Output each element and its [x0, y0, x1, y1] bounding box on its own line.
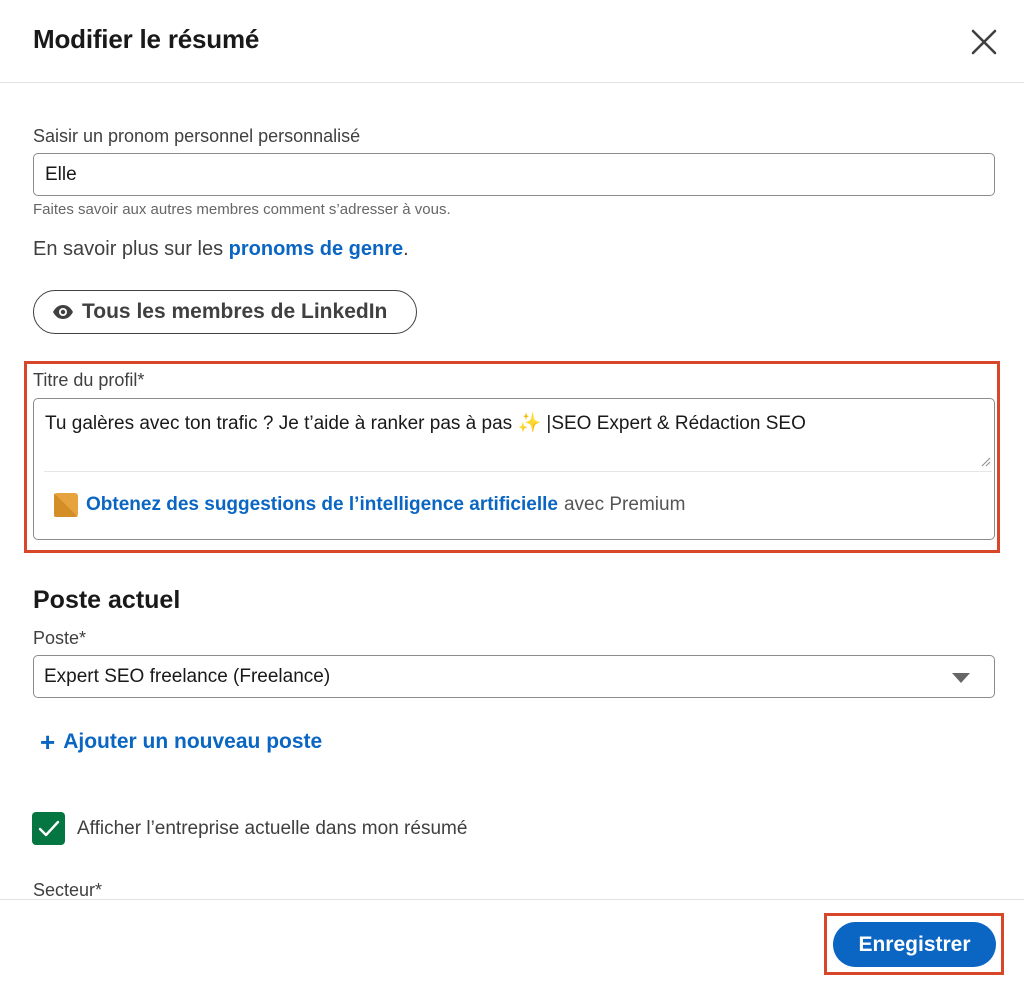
save-button[interactable]: Enregistrer — [833, 922, 996, 967]
gender-pronouns-link[interactable]: pronoms de genre — [229, 238, 403, 260]
ai-suggestions-row: Obtenez des suggestions de l’intelligenc… — [54, 493, 685, 517]
visibility-button[interactable]: Tous les membres de LinkedIn — [33, 290, 417, 334]
position-selected-value: Expert SEO freelance (Freelance) — [44, 665, 331, 687]
learn-more-prefix: En savoir plus sur les — [33, 238, 229, 260]
plus-icon: + — [40, 727, 56, 757]
eye-icon — [53, 305, 73, 319]
headline-label: Titre du profil* — [33, 370, 145, 390]
position-label: Poste* — [33, 628, 87, 648]
show-company-label: Afficher l’entreprise actuelle dans mon … — [77, 817, 468, 839]
resize-handle-icon[interactable] — [981, 457, 991, 467]
headline-value: Tu galères avec ton trafic ? Je t’aide à… — [45, 411, 806, 435]
caret-down-icon — [952, 673, 970, 683]
dialog-title: Modifier le résumé — [33, 24, 260, 54]
current-position-title: Poste actuel — [33, 586, 181, 614]
checkmark-icon — [38, 820, 59, 836]
sparkle-icon: ✨ — [517, 413, 542, 434]
ai-suggestions-link[interactable]: Obtenez des suggestions de l’intelligenc… — [86, 494, 558, 516]
show-company-checkbox[interactable] — [32, 812, 65, 845]
learn-more-text: En savoir plus sur les pronoms de genre. — [33, 238, 409, 261]
learn-more-suffix: . — [403, 238, 409, 260]
industry-label: Secteur* — [33, 880, 103, 900]
add-position-label: Ajouter un nouveau poste — [63, 730, 323, 753]
pronoun-hint: Faites savoir aux autres membres comment… — [33, 201, 451, 218]
close-icon[interactable] — [968, 26, 1000, 58]
pronoun-label: Saisir un pronom personnel personnalisé — [33, 126, 361, 146]
pronoun-input[interactable]: Elle — [33, 153, 995, 196]
ai-suggestions-suffix: avec Premium — [563, 494, 686, 515]
show-company-option: Afficher l’entreprise actuelle dans mon … — [32, 812, 467, 845]
headline-value-end: |SEO Expert & Rédaction SEO — [541, 413, 806, 434]
pronoun-value: Elle — [45, 164, 77, 185]
visibility-label: Tous les membres de LinkedIn — [82, 300, 388, 323]
dialog-header: Modifier le résumé — [0, 0, 1024, 83]
premium-icon — [54, 493, 78, 517]
edit-intro-dialog: Modifier le résumé Saisir un pronom pers… — [0, 0, 1024, 988]
headline-divider — [44, 471, 992, 472]
headline-textarea[interactable]: Tu galères avec ton trafic ? Je t’aide à… — [33, 398, 995, 540]
add-position-button[interactable]: + Ajouter un nouveau poste — [40, 727, 323, 757]
headline-value-start: Tu galères avec ton trafic ? Je t’aide à… — [45, 413, 518, 434]
position-select[interactable]: Expert SEO freelance (Freelance) — [33, 655, 995, 698]
